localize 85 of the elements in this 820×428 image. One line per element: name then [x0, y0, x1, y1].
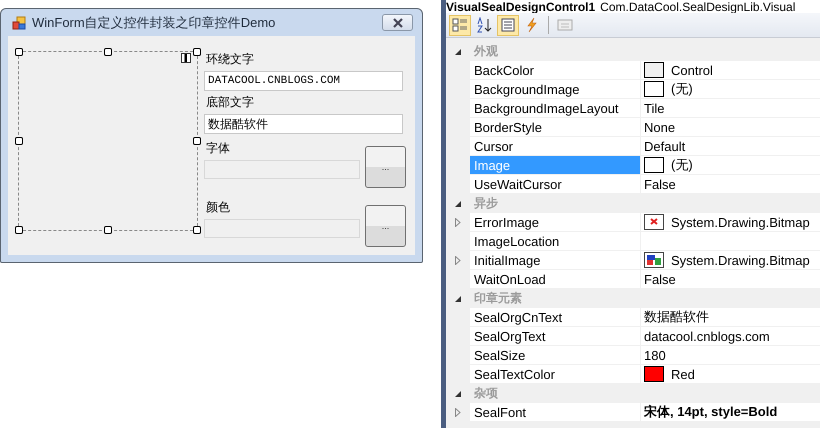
resize-handle[interactable]	[193, 48, 201, 56]
resize-handle[interactable]	[15, 226, 23, 234]
collapse-arrow-icon[interactable]	[455, 200, 461, 206]
property-value: Tile	[644, 100, 664, 116]
property-value: Red	[671, 366, 695, 382]
resize-handle[interactable]	[15, 48, 23, 56]
property-value: (无)	[671, 156, 693, 174]
categorized-view-button[interactable]	[449, 14, 471, 36]
collapse-arrow-icon[interactable]	[455, 48, 461, 54]
value-cell[interactable]: System.Drawing.Bitmap	[641, 213, 820, 232]
property-name[interactable]: SealOrgText	[470, 327, 641, 346]
property-name[interactable]: ImageLocation	[470, 232, 641, 251]
value-cell[interactable]	[641, 232, 820, 251]
close-icon	[392, 18, 404, 28]
expand-arrow-icon[interactable]	[455, 256, 461, 265]
value-cell[interactable]: Tile	[641, 99, 820, 118]
property-name[interactable]: InitialImage	[470, 251, 641, 270]
property-name[interactable]: WaitOnLoad	[470, 270, 641, 289]
property-value: Control	[671, 62, 713, 78]
field-label: 环绕文字	[205, 51, 255, 68]
category-label: 印章元素	[473, 290, 523, 307]
expand-arrow-icon[interactable]	[455, 218, 461, 227]
expand-arrow-icon[interactable]	[455, 408, 461, 417]
resize-handle[interactable]	[193, 226, 201, 234]
value-cell[interactable]: None	[641, 118, 820, 137]
value-cell[interactable]: Default	[641, 137, 820, 156]
property-value: Default	[644, 138, 686, 154]
property-name[interactable]: SealOrgCnText	[470, 308, 641, 327]
window-title: WinForm自定义控件封装之印章控件Demo	[32, 14, 276, 32]
text-field[interactable]: 数据酷软件	[204, 114, 403, 134]
property-value: System.Drawing.Bitmap	[671, 252, 810, 268]
error-image-icon	[644, 214, 664, 230]
categorized-icon	[452, 17, 468, 33]
field-label: 底部文字	[205, 94, 255, 111]
value-cell[interactable]: System.Drawing.Bitmap	[641, 251, 820, 270]
form-icon	[12, 16, 26, 30]
property-value: None	[644, 120, 676, 134]
property-name[interactable]: UseWaitCursor	[470, 175, 641, 194]
property-pages-icon	[557, 18, 573, 32]
category-label: 外观	[472, 43, 499, 60]
property-value: False	[644, 176, 676, 192]
property-name[interactable]: ErrorImage	[470, 213, 641, 232]
value-cell[interactable]: (无)	[641, 80, 820, 99]
resize-handle[interactable]	[104, 226, 112, 234]
collapse-arrow-icon[interactable]	[455, 390, 461, 396]
property-value: (无)	[671, 80, 693, 98]
smart-tag-icon[interactable]	[181, 53, 191, 63]
value-cell[interactable]: 宋体, 14pt, style=Bold	[641, 403, 820, 422]
value-cell[interactable]: datacool.cnblogs.com	[641, 327, 820, 346]
property-value: 数据酷软件	[644, 308, 709, 326]
value-cell[interactable]: 180	[641, 346, 820, 365]
property-name[interactable]: BackgroundImage	[470, 80, 641, 99]
picture-icon	[644, 252, 664, 268]
category-label: 杂项	[473, 385, 499, 402]
list-icon	[501, 18, 515, 32]
property-value: False	[644, 272, 676, 286]
property-name[interactable]: BackgroundImageLayout	[470, 99, 641, 118]
property-value: 180	[644, 348, 666, 362]
value-cell[interactable]: 数据酷软件	[641, 308, 820, 327]
value-cell[interactable]: False	[641, 270, 820, 289]
value-cell[interactable]: False	[641, 175, 820, 194]
value-cell[interactable]: (无)	[641, 156, 820, 175]
property-value: System.Drawing.Bitmap	[671, 214, 810, 230]
property-name[interactable]: BorderStyle	[470, 118, 641, 137]
property-name[interactable]: SealSize	[470, 346, 641, 365]
property-name[interactable]: Cursor	[470, 137, 641, 156]
value-cell[interactable]: Red	[641, 365, 820, 384]
category-label: 异步	[473, 195, 499, 212]
property-name[interactable]: SealTextColor	[470, 365, 641, 384]
resize-handle[interactable]	[15, 137, 23, 145]
lightning-icon	[526, 17, 538, 33]
property-name[interactable]: BackColor	[470, 61, 641, 80]
value-cell[interactable]: Control	[641, 61, 820, 80]
property-name[interactable]: SealFont	[470, 403, 641, 422]
field-label: 字体	[205, 140, 231, 157]
property-value: datacool.cnblogs.com	[644, 328, 770, 344]
properties-view-button[interactable]	[497, 14, 519, 36]
collapse-arrow-icon[interactable]	[455, 296, 461, 302]
resize-handle[interactable]	[104, 48, 112, 56]
close-button[interactable]	[382, 14, 413, 31]
resize-handle[interactable]	[193, 137, 201, 145]
sort-az-icon	[476, 17, 492, 33]
field-label: 颜色	[205, 199, 231, 216]
text-field[interactable]: DATACOOL.CNBLOGS.COM	[204, 71, 403, 91]
property-value: 宋体, 14pt, style=Bold	[644, 403, 778, 421]
